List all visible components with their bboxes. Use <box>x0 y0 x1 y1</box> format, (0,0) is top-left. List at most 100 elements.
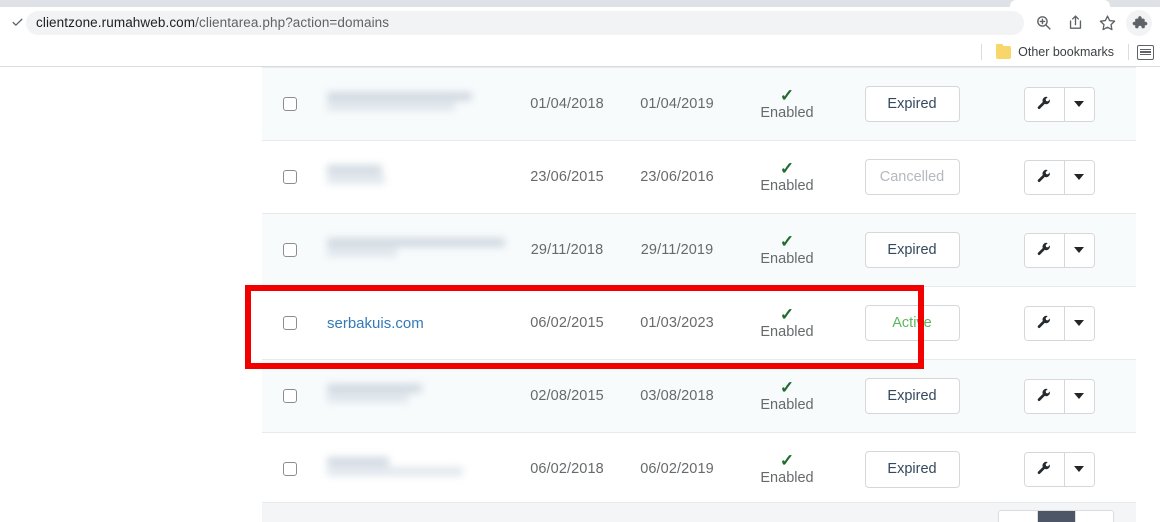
wrench-icon[interactable] <box>1024 452 1064 486</box>
domains-table: 01/04/2018 01/04/2019 ✓ Enabled Expired 23/06… <box>262 67 1136 506</box>
omnibox-row: clientzone.rumahweb.com/clientarea.php?a… <box>0 7 1160 38</box>
check-icon: ✓ <box>779 86 795 106</box>
bookmarks-divider-2 <box>1128 44 1129 60</box>
row-select-cell <box>262 432 317 506</box>
wrench-icon[interactable] <box>1024 379 1064 413</box>
chevron-down-icon[interactable] <box>1063 87 1094 121</box>
url-host: clientzone.rumahweb.com <box>36 15 196 30</box>
auto-renew-label: Enabled <box>760 324 814 341</box>
expiry-date-cell: 06/02/2019 <box>622 432 732 506</box>
status-badge[interactable]: Expired <box>864 85 960 123</box>
domain-link[interactable]: serbakuis.com <box>327 315 424 332</box>
other-bookmarks-folder[interactable]: Other bookmarks <box>990 42 1120 62</box>
redacted-domain-name <box>327 383 422 405</box>
row-select-checkbox[interactable] <box>282 389 297 404</box>
row-action-group <box>1023 232 1095 268</box>
status-cell: Expired <box>842 213 982 287</box>
registration-date-cell: 23/06/2015 <box>512 140 622 214</box>
pagination[interactable] <box>998 510 1114 522</box>
table-row: 01/04/2018 01/04/2019 ✓ Enabled Expired <box>262 67 1136 141</box>
wrench-icon[interactable] <box>1024 233 1064 267</box>
url-path: /clientarea.php?action=domains <box>195 15 390 30</box>
row-action-group <box>1023 378 1095 414</box>
table-row: 23/06/2015 23/06/2016 ✓ Enabled Cancelled <box>262 140 1136 214</box>
tab-strip <box>0 0 1160 7</box>
row-select-cell <box>262 359 317 433</box>
bookmarks-panel-icon[interactable] <box>1137 44 1154 60</box>
status-badge[interactable]: Cancelled <box>864 158 960 196</box>
auto-renew-label: Enabled <box>760 105 814 122</box>
domain-cell <box>317 432 512 506</box>
pagination-page[interactable] <box>999 511 1037 522</box>
domain-cell <box>317 140 512 214</box>
share-icon[interactable] <box>1062 10 1088 36</box>
expiry-date-cell: 01/04/2019 <box>622 67 732 141</box>
row-select-cell <box>262 67 317 141</box>
omnibox-actions <box>1024 9 1152 36</box>
chevron-down-icon[interactable] <box>1063 452 1094 486</box>
table-footer <box>262 502 1136 522</box>
pagination-page[interactable] <box>1037 511 1075 522</box>
table-row: 02/08/2015 03/08/2018 ✓ Enabled Expired <box>262 359 1136 433</box>
address-bar[interactable]: clientzone.rumahweb.com/clientarea.php?a… <box>26 10 1024 35</box>
actions-cell <box>982 359 1136 433</box>
pagination-page[interactable] <box>1075 511 1113 522</box>
status-badge[interactable]: Expired <box>864 377 960 415</box>
status-badge[interactable]: Active <box>864 304 960 342</box>
auto-renew-label: Enabled <box>760 470 814 487</box>
actions-cell <box>982 286 1136 360</box>
actions-cell <box>982 67 1136 141</box>
bookmarks-divider <box>981 44 983 60</box>
table-row: serbakuis.com 06/02/2015 01/03/2023 ✓ Enable… <box>262 286 1136 360</box>
row-select-cell <box>262 140 317 214</box>
actions-cell <box>982 213 1136 287</box>
wrench-icon[interactable] <box>1024 160 1064 194</box>
auto-renew-label: Enabled <box>760 397 814 414</box>
redacted-domain-name <box>327 164 385 186</box>
check-icon: ✓ <box>779 378 795 398</box>
actions-cell <box>982 140 1136 214</box>
check-icon: ✓ <box>779 232 795 252</box>
chevron-down-icon[interactable] <box>1063 233 1094 267</box>
registration-date-cell: 06/02/2018 <box>512 432 622 506</box>
registration-date-cell: 29/11/2018 <box>512 213 622 287</box>
status-badge[interactable]: Expired <box>864 451 960 488</box>
row-select-checkbox[interactable] <box>282 170 297 185</box>
wrench-icon[interactable] <box>1024 306 1064 340</box>
check-icon: ✓ <box>779 451 795 471</box>
bookmark-star-icon[interactable] <box>1094 10 1120 36</box>
row-select-checkbox[interactable] <box>282 243 297 258</box>
auto-renew-cell: ✓ Enabled <box>732 432 842 506</box>
domain-cell: serbakuis.com <box>317 286 512 360</box>
redacted-domain-name <box>327 237 505 259</box>
wrench-icon[interactable] <box>1024 87 1064 121</box>
auto-renew-label: Enabled <box>760 178 814 195</box>
domain-cell <box>317 67 512 141</box>
status-cell: Cancelled <box>842 140 982 214</box>
row-select-cell <box>262 286 317 360</box>
chevron-down-icon[interactable] <box>1063 306 1094 340</box>
page-content: 01/04/2018 01/04/2019 ✓ Enabled Expired 23/06… <box>0 67 1160 522</box>
chevron-down-icon[interactable] <box>1063 160 1094 194</box>
row-select-checkbox[interactable] <box>282 97 297 112</box>
redacted-domain-name <box>327 91 472 113</box>
check-icon: ✓ <box>779 305 795 325</box>
status-cell: Expired <box>842 432 982 506</box>
zoom-icon[interactable] <box>1030 10 1056 36</box>
row-action-group <box>1023 451 1095 487</box>
row-action-group <box>1023 86 1095 122</box>
chevron-down-icon[interactable] <box>1063 379 1094 413</box>
extensions-puzzle-icon[interactable] <box>1126 9 1152 36</box>
row-select-checkbox[interactable] <box>282 316 297 331</box>
folder-icon <box>996 43 1012 59</box>
bookmarks-bar: Other bookmarks <box>0 38 1160 67</box>
page-info-icon[interactable] <box>8 14 26 32</box>
status-cell: Active <box>842 286 982 360</box>
redacted-domain-name <box>327 456 463 478</box>
active-tab[interactable] <box>1010 0 1110 7</box>
auto-renew-cell: ✓ Enabled <box>732 359 842 433</box>
expiry-date-cell: 03/08/2018 <box>622 359 732 433</box>
row-select-checkbox[interactable] <box>282 462 297 477</box>
auto-renew-cell: ✓ Enabled <box>732 140 842 214</box>
status-badge[interactable]: Expired <box>864 231 960 269</box>
